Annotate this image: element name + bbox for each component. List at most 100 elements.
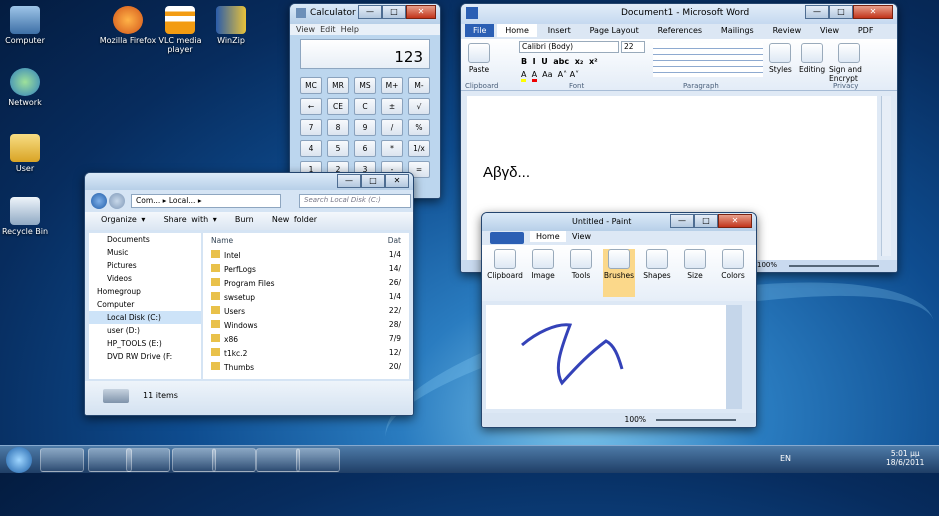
calc-key[interactable]: M+	[381, 77, 403, 94]
column-header[interactable]: Name Dat	[203, 233, 409, 248]
paint-tool-button[interactable]: Image	[527, 249, 559, 297]
taskbar-word[interactable]	[256, 448, 300, 472]
calc-key[interactable]: √	[408, 98, 430, 115]
minimize-button[interactable]: —	[670, 214, 694, 228]
minimize-button[interactable]: —	[805, 5, 829, 19]
paint-tool-button[interactable]: Clipboard	[487, 249, 523, 297]
start-button[interactable]	[6, 447, 32, 473]
tab-home[interactable]: Home	[530, 231, 566, 242]
calc-key[interactable]: 8	[327, 119, 349, 136]
language-indicator[interactable]: EN	[780, 454, 791, 463]
nav-item[interactable]: Music	[89, 246, 201, 259]
forward-arrow-icon[interactable]	[109, 193, 125, 209]
nav-item[interactable]: Local Disk (C:)	[89, 311, 201, 324]
word-titlebar[interactable]: Document1 - Microsoft Word — □ ✕	[461, 4, 897, 24]
maximize-button[interactable]: □	[829, 5, 853, 19]
burn-button[interactable]: Burn	[235, 215, 254, 224]
explorer-titlebar[interactable]: — □ ✕	[85, 173, 413, 190]
font-size-select[interactable]: 22	[621, 41, 645, 53]
calc-key[interactable]: C	[354, 98, 376, 115]
paint-menu-button[interactable]	[490, 232, 524, 244]
file-row[interactable]: Program Files 26/	[203, 276, 409, 290]
nav-item[interactable]: Homegroup	[89, 285, 201, 298]
menu-view[interactable]: View	[296, 25, 315, 34]
close-button[interactable]: ✕	[406, 5, 436, 19]
share-with-button[interactable]: Share with ▾	[164, 215, 217, 224]
zoom-slider[interactable]	[789, 265, 879, 267]
nav-item[interactable]: Videos	[89, 272, 201, 285]
paint-tool-button[interactable]: Brushes	[603, 249, 635, 297]
paint-tool-button[interactable]: Shapes	[641, 249, 673, 297]
paint-tool-button[interactable]: Colors	[717, 249, 749, 297]
drawing-canvas[interactable]	[486, 305, 726, 409]
tab-file[interactable]: File	[465, 24, 495, 37]
tab-view[interactable]: View	[812, 24, 847, 37]
file-row[interactable]: PerfLogs 14/	[203, 262, 409, 276]
calculator-titlebar[interactable]: Calculator — □ ✕	[290, 4, 440, 24]
taskbar-hp[interactable]	[126, 448, 170, 472]
tab-view[interactable]: View	[572, 232, 591, 241]
nav-item[interactable]: Computer	[89, 298, 201, 311]
search-input[interactable]: Search Local Disk (C:)	[299, 194, 411, 208]
computer-desktop-icon[interactable]: Computer	[0, 6, 60, 45]
winzip-desktop-icon[interactable]: WinZip	[196, 6, 266, 45]
calc-key[interactable]: 9	[354, 119, 376, 136]
calc-key[interactable]: CE	[327, 98, 349, 115]
taskbar-paint[interactable]	[212, 448, 256, 472]
file-row[interactable]: t1kc.2 12/	[203, 346, 409, 360]
taskbar-firefox[interactable]	[296, 448, 340, 472]
tab-pdf[interactable]: PDF	[850, 24, 882, 37]
font-color-buttons[interactable]: A A Aa A˄ A˅	[521, 70, 579, 82]
nav-item[interactable]: user (D:)	[89, 324, 201, 337]
network-desktop-icon[interactable]: Network	[0, 68, 60, 107]
nav-item[interactable]: DVD RW Drive (F:	[89, 350, 201, 363]
styles-button[interactable]: Styles	[769, 43, 792, 74]
paint-tool-button[interactable]: Tools	[565, 249, 597, 297]
nav-item[interactable]: Documents	[89, 233, 201, 246]
calc-key[interactable]: /	[381, 119, 403, 136]
maximize-button[interactable]: □	[694, 214, 718, 228]
file-row[interactable]: x86 7/9	[203, 332, 409, 346]
tab-review[interactable]: Review	[765, 24, 810, 37]
paint-titlebar[interactable]: Untitled - Paint — □ ✕	[482, 213, 756, 231]
menu-help[interactable]: Help	[341, 25, 359, 34]
paint-tool-button[interactable]: Size	[679, 249, 711, 297]
menu-edit[interactable]: Edit	[320, 25, 336, 34]
calc-key[interactable]: 5	[327, 140, 349, 157]
editing-button[interactable]: Editing	[799, 43, 825, 74]
new-folder-button[interactable]: New folder	[272, 215, 317, 224]
file-row[interactable]: Intel 1/4	[203, 248, 409, 262]
paragraph-buttons[interactable]	[653, 43, 763, 77]
file-row[interactable]: swsetup 1/4	[203, 290, 409, 304]
recycle-bin-desktop-icon[interactable]: Recycle Bin	[0, 197, 60, 236]
organize-button[interactable]: Organize ▾	[101, 215, 145, 224]
tab-references[interactable]: References	[650, 24, 710, 37]
user-desktop-icon[interactable]: User	[0, 134, 60, 173]
close-button[interactable]: ✕	[853, 5, 893, 19]
document-text[interactable]: Αβγδ...	[483, 164, 530, 181]
back-arrow-icon[interactable]	[91, 193, 107, 209]
address-bar[interactable]: Com... ▸ Local... ▸	[131, 194, 281, 208]
tab-mailings[interactable]: Mailings	[713, 24, 762, 37]
calc-key[interactable]: *	[381, 140, 403, 157]
tab-page-layout[interactable]: Page Layout	[582, 24, 647, 37]
calc-key[interactable]: 7	[300, 119, 322, 136]
calc-key[interactable]: 6	[354, 140, 376, 157]
vertical-scrollbar[interactable]	[881, 96, 891, 256]
file-row[interactable]: Windows 28/	[203, 318, 409, 332]
calc-key[interactable]: ←	[300, 98, 322, 115]
calc-key[interactable]: %	[408, 119, 430, 136]
calc-key[interactable]: 4	[300, 140, 322, 157]
calc-key[interactable]: 1/x	[408, 140, 430, 157]
maximize-button[interactable]: □	[382, 5, 406, 19]
font-name-select[interactable]: Calibri (Body)	[519, 41, 619, 53]
sign-encrypt-button[interactable]: Sign and Encrypt	[829, 43, 869, 83]
tab-insert[interactable]: Insert	[540, 24, 579, 37]
minimize-button[interactable]: —	[337, 174, 361, 188]
zoom-slider[interactable]	[656, 419, 736, 421]
file-row[interactable]: Users 22/	[203, 304, 409, 318]
close-button[interactable]: ✕	[718, 214, 752, 228]
tab-home[interactable]: Home	[497, 24, 537, 37]
calc-key[interactable]: MS	[354, 77, 376, 94]
close-button[interactable]: ✕	[385, 174, 409, 188]
